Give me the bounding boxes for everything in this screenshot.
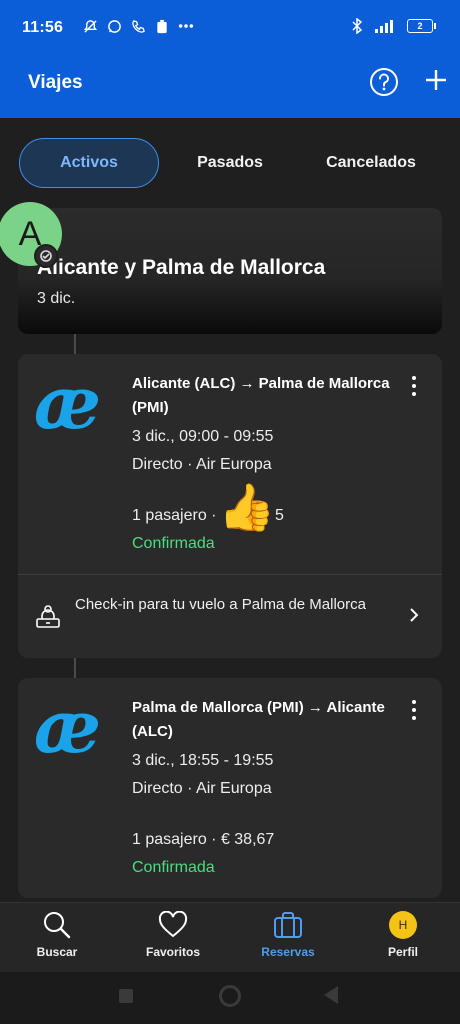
- battery-icon: 2: [407, 19, 436, 33]
- tab-activos[interactable]: Activos: [19, 138, 159, 188]
- signal-icon: [373, 18, 399, 34]
- tab-cancelados[interactable]: Cancelados: [312, 138, 430, 188]
- page-title: Viajes: [28, 72, 83, 93]
- nav-perfil[interactable]: H Perfil: [358, 909, 448, 959]
- checkin-row[interactable]: Check-in para tu vuelo a Palma de Mallor…: [18, 575, 442, 657]
- bottom-navigation: Buscar Favoritos Reservas H Perfil: [0, 902, 460, 972]
- nav-label: Perfil: [387, 945, 418, 959]
- app-bar: Viajes: [0, 58, 460, 118]
- flight-card[interactable]: æ Palma de Mallorca (PMI) → Alicante (AL…: [18, 678, 442, 898]
- profile-initial: H: [389, 911, 417, 939]
- back-button[interactable]: [324, 986, 338, 1004]
- checkin-label: Check-in para tu vuelo a Palma de Mallor…: [75, 596, 366, 613]
- more-notifications-icon: [178, 18, 194, 34]
- status-bar: 11:56 2: [0, 0, 460, 58]
- booking-status: Confirmada: [132, 859, 215, 876]
- trip-tabs: Activos Pasados Cancelados: [0, 126, 460, 200]
- briefcase-icon: [272, 909, 304, 941]
- air-europa-logo: æ: [34, 684, 118, 769]
- shared-badge-icon: [34, 244, 58, 268]
- flight-passengers: 1 pasajero · € 38,67: [132, 831, 275, 848]
- search-icon: [41, 909, 73, 941]
- battery-level: 2: [407, 19, 433, 33]
- nav-buscar[interactable]: Buscar: [12, 909, 102, 959]
- thumbs-up-emoji: 👍: [218, 481, 276, 533]
- phone-icon: [130, 18, 146, 34]
- svg-text:æ: æ: [34, 372, 101, 442]
- flight-route: Alicante (ALC) → Palma de Mallorca (PMI): [132, 375, 390, 416]
- help-icon: [370, 68, 398, 96]
- system-status-icons: 2: [349, 18, 436, 34]
- flight-time: 3 dic., 09:00 - 09:55: [132, 428, 274, 445]
- nav-favoritos[interactable]: Favoritos: [128, 909, 218, 959]
- status-time: 11:56: [22, 19, 64, 36]
- recents-button[interactable]: [119, 989, 133, 1003]
- more-options-button[interactable]: [404, 372, 424, 400]
- mute-notification-icon: [82, 18, 98, 34]
- system-navigation-bar: [0, 972, 460, 1024]
- air-europa-logo: æ: [34, 360, 118, 445]
- booking-status: Confirmada: [132, 535, 215, 552]
- more-options-button[interactable]: [404, 696, 424, 724]
- trip-header-card[interactable]: Alicante y Palma de Mallorca 3 dic.: [18, 208, 442, 334]
- flight-details: Directo · Air Europa: [132, 780, 272, 797]
- flight-details: Directo · Air Europa: [132, 456, 272, 473]
- checkin-icon: [34, 603, 62, 631]
- svg-text:æ: æ: [34, 696, 101, 766]
- battery-saver-icon: [154, 18, 170, 34]
- timeline-connector: [74, 334, 76, 354]
- trip-title: Alicante y Palma de Mallorca: [37, 256, 326, 279]
- tab-pasados[interactable]: Pasados: [170, 138, 290, 188]
- chevron-right-icon: [408, 607, 420, 623]
- plus-icon: [426, 70, 446, 90]
- nav-reservas[interactable]: Reservas: [243, 909, 333, 959]
- nav-label: Reservas: [261, 945, 315, 959]
- flight-route: Palma de Mallorca (PMI) → Alicante (ALC): [132, 699, 385, 740]
- timeline-connector: [74, 658, 76, 678]
- bluetooth-icon: [349, 18, 365, 34]
- trip-date: 3 dic.: [37, 290, 76, 307]
- notification-icons: [82, 18, 194, 34]
- heart-icon: [157, 909, 189, 941]
- nav-label: Buscar: [36, 945, 78, 959]
- profile-icon: H: [387, 909, 419, 941]
- help-button[interactable]: [368, 66, 400, 98]
- home-button[interactable]: [219, 985, 241, 1007]
- add-trip-button[interactable]: [420, 64, 452, 96]
- whatsapp-icon: [106, 18, 122, 34]
- nav-label: Favoritos: [145, 945, 200, 959]
- flight-time: 3 dic., 18:55 - 19:55: [132, 752, 274, 769]
